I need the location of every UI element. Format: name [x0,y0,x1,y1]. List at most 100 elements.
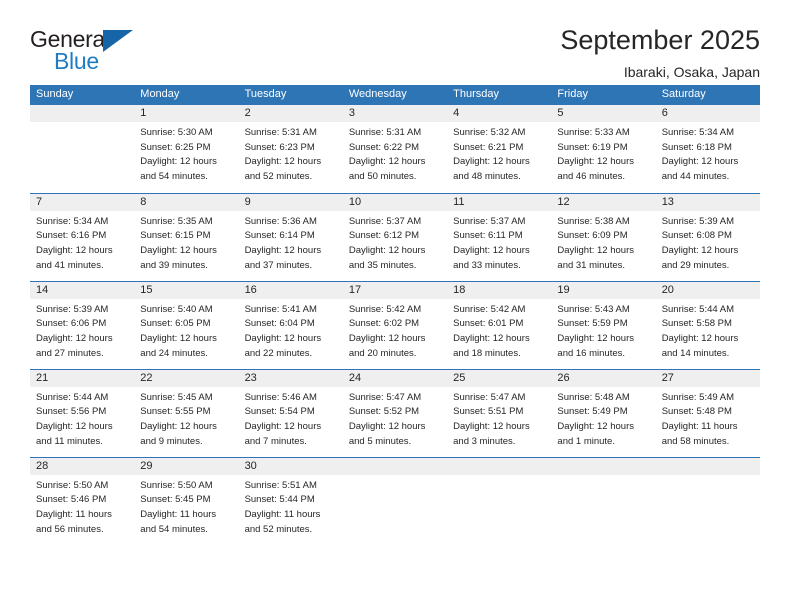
day-detail-line: Daylight: 11 hours [661,420,738,432]
calendar-day-cell-empty [551,456,656,545]
day-detail-line: and 27 minutes. [36,347,104,359]
calendar-day-cell[interactable]: 15 Sunrise: 5:40 AM Sunset: 6:05 PM Dayligh… [134,280,239,369]
calendar-day-cell[interactable]: 12 Sunrise: 5:38 AM Sunset: 6:09 PM Dayligh… [551,192,656,281]
day-detail-text: Sunrise: 5:43 AM Sunset: 5:59 PM Daylight:… [551,299,655,362]
day-detail-line: and 44 minutes. [661,171,730,183]
day-detail-line: and 7 minutes. [244,435,307,447]
day-detail-line: and 58 minutes. [661,435,730,447]
day-detail-text: Sunrise: 5:44 AM Sunset: 5:56 PM Daylight:… [30,387,134,450]
day-detail-line: Daylight: 12 hours [140,156,217,168]
calendar-day-cell[interactable]: 23 Sunrise: 5:46 AM Sunset: 5:54 PM Dayligh… [238,368,343,457]
calendar-day-cell[interactable]: 8 Sunrise: 5:35 AM Sunset: 6:15 PM Daylight… [134,192,239,281]
day-detail-text: Sunrise: 5:48 AM Sunset: 5:49 PM Daylight:… [551,387,655,450]
day-detail-line: Daylight: 12 hours [348,156,426,168]
calendar-week-row: 1 Sunrise: 5:30 AM Sunset: 6:25 PM Daylight… [30,105,760,193]
day-detail-line: Daylight: 12 hours [348,420,426,432]
day-detail-text: Sunrise: 5:34 AM Sunset: 6:16 PM Daylight:… [30,211,134,274]
day-detail-line: Daylight: 12 hours [348,244,426,256]
weekday-header-saturday: Saturday [655,85,760,105]
day-detail-line: Sunrise: 5:51 AM [244,479,317,491]
calendar-day-cell[interactable]: 28 Sunrise: 5:50 AM Sunset: 5:46 PM Dayligh… [30,456,135,545]
day-number: 4 [447,105,552,122]
calendar-day-cell[interactable]: 21 Sunrise: 5:44 AM Sunset: 5:56 PM Dayligh… [30,368,135,457]
calendar-day-cell[interactable]: 30 Sunrise: 5:51 AM Sunset: 5:44 PM Dayligh… [238,456,343,545]
calendar-day-cell[interactable]: 13 Sunrise: 5:39 AM Sunset: 6:08 PM Dayligh… [655,192,760,281]
calendar-day-cell[interactable]: 9 Sunrise: 5:36 AM Sunset: 6:14 PM Daylight… [238,192,343,281]
day-detail-line: and 54 minutes. [140,523,208,535]
day-detail-line: Daylight: 12 hours [244,420,322,432]
day-detail-line: Sunrise: 5:47 AM [348,391,422,403]
weekday-header-thursday: Thursday [447,85,552,105]
calendar-day-cell[interactable]: 6 Sunrise: 5:34 AM Sunset: 6:18 PM Daylight… [655,105,760,193]
calendar-day-cell-empty [655,456,760,545]
day-detail-line: Daylight: 12 hours [453,332,530,344]
calendar-day-cell[interactable]: 27 Sunrise: 5:49 AM Sunset: 5:48 PM Dayligh… [655,368,760,457]
day-detail-text: Sunrise: 5:44 AM Sunset: 5:58 PM Daylight:… [656,299,760,362]
day-number [447,457,552,475]
calendar-day-cell[interactable]: 17 Sunrise: 5:42 AM Sunset: 6:02 PM Dayligh… [342,280,448,369]
day-number: 6 [655,105,760,122]
calendar-day-cell[interactable]: 18 Sunrise: 5:42 AM Sunset: 6:01 PM Dayligh… [447,280,552,369]
calendar-day-cell[interactable]: 14 Sunrise: 5:39 AM Sunset: 6:06 PM Dayligh… [30,280,135,369]
day-number: 20 [655,281,760,299]
day-number: 16 [238,281,343,299]
day-number: 8 [134,193,239,211]
calendar-table: Sunday Monday Tuesday Wednesday Thursday Frid… [30,85,760,545]
day-detail-line: Sunrise: 5:31 AM [244,127,317,138]
brand-logo[interactable]: General Blue [30,26,150,74]
calendar-day-cell[interactable]: 26 Sunrise: 5:48 AM Sunset: 5:49 PM Dayligh… [551,368,656,457]
calendar-day-cell[interactable]: 22 Sunrise: 5:45 AM Sunset: 5:55 PM Dayligh… [134,368,239,457]
weekday-header-tuesday: Tuesday [238,85,343,105]
day-detail-line: Sunset: 5:52 PM [348,406,420,418]
day-detail-line: Sunrise: 5:35 AM [140,215,213,227]
calendar-day-cell[interactable]: 29 Sunrise: 5:50 AM Sunset: 5:45 PM Dayligh… [134,456,239,545]
day-detail-line: Sunset: 6:04 PM [244,318,315,330]
calendar-day-cell[interactable]: 1 Sunrise: 5:30 AM Sunset: 6:25 PM Daylight… [134,105,239,193]
day-detail-text: Sunrise: 5:45 AM Sunset: 5:55 PM Daylight:… [134,387,238,450]
day-detail-line: Sunset: 6:25 PM [140,141,211,153]
day-detail-line: Daylight: 12 hours [140,244,217,256]
day-detail-line: Sunrise: 5:43 AM [557,303,630,315]
page-title: September 2025 [560,25,760,55]
calendar-day-cell[interactable]: 10 Sunrise: 5:37 AM Sunset: 6:12 PM Dayligh… [342,192,448,281]
calendar-day-cell[interactable]: 2 Sunrise: 5:31 AM Sunset: 6:23 PM Daylight… [238,105,343,193]
day-detail-line: Daylight: 12 hours [348,332,426,344]
calendar-day-cell[interactable]: 7 Sunrise: 5:34 AM Sunset: 6:16 PM Daylight… [30,192,135,281]
day-detail-line: Sunrise: 5:42 AM [453,303,526,315]
day-number: 3 [342,105,448,122]
day-detail-line: and 1 minute. [557,435,615,447]
day-number: 26 [551,369,656,387]
day-detail-line: and 41 minutes. [36,259,104,271]
day-number: 19 [551,281,656,299]
day-detail-line: Sunset: 6:21 PM [453,141,524,153]
day-detail-line: Sunset: 6:09 PM [557,230,628,242]
day-detail-line: Daylight: 12 hours [661,332,739,344]
calendar-header-row: Sunday Monday Tuesday Wednesday Thursday Frid… [30,85,760,105]
day-detail-line: Sunset: 5:45 PM [140,494,211,506]
day-detail-line: Daylight: 12 hours [453,156,530,168]
day-number: 27 [655,369,760,387]
day-detail-line: and 5 minutes. [348,435,412,447]
day-number: 14 [30,281,135,299]
calendar-day-cell[interactable]: 24 Sunrise: 5:47 AM Sunset: 5:52 PM Dayligh… [342,368,448,457]
calendar-day-cell[interactable]: 20 Sunrise: 5:44 AM Sunset: 5:58 PM Dayligh… [655,280,760,369]
day-detail-line: Sunset: 5:49 PM [557,406,628,418]
day-detail-line: Daylight: 12 hours [140,332,217,344]
day-detail-line: and 22 minutes. [244,347,313,359]
calendar-day-cell[interactable]: 25 Sunrise: 5:47 AM Sunset: 5:51 PM Dayligh… [447,368,552,457]
weekday-header-monday: Monday [134,85,239,105]
day-detail-line: Sunset: 5:44 PM [244,494,315,506]
day-detail-line: Sunrise: 5:45 AM [140,391,213,403]
calendar-day-cell[interactable]: 5 Sunrise: 5:33 AM Sunset: 6:19 PM Daylight… [551,105,656,193]
calendar-day-cell[interactable]: 19 Sunrise: 5:43 AM Sunset: 5:59 PM Dayligh… [551,280,656,369]
calendar-day-cell[interactable]: 3 Sunrise: 5:31 AM Sunset: 6:22 PM Daylight… [342,105,448,193]
day-detail-line: Sunset: 5:55 PM [140,406,211,418]
day-detail-line: Sunset: 6:22 PM [348,141,420,153]
calendar-day-cell[interactable]: 4 Sunrise: 5:32 AM Sunset: 6:21 PM Daylight… [447,105,552,193]
calendar-day-cell[interactable]: 16 Sunrise: 5:41 AM Sunset: 6:04 PM Dayligh… [238,280,343,369]
day-detail-line: Sunrise: 5:50 AM [36,479,109,491]
day-detail-line: Daylight: 11 hours [36,508,112,520]
day-detail-line: Sunset: 6:23 PM [244,141,315,153]
day-number [655,457,760,475]
calendar-day-cell[interactable]: 11 Sunrise: 5:37 AM Sunset: 6:11 PM Dayligh… [447,192,552,281]
